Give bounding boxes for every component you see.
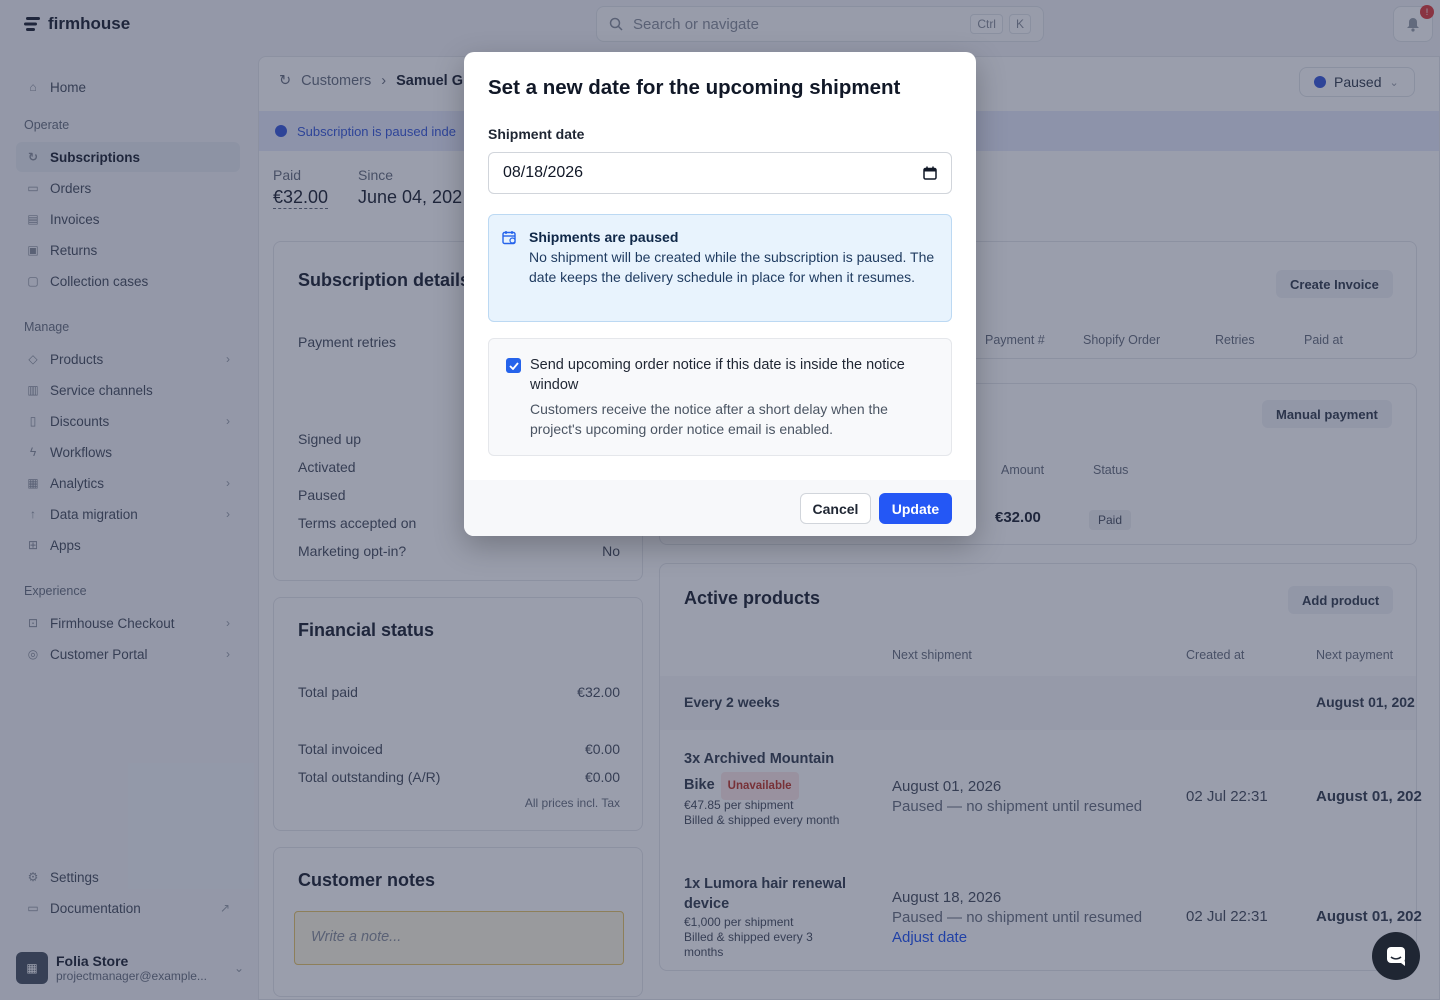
date-value: 08/18/2026 bbox=[503, 164, 584, 181]
support-chat-button[interactable] bbox=[1372, 932, 1420, 980]
dialog-title: Set a new date for the upcoming shipment bbox=[488, 76, 901, 99]
shipment-date-label: Shipment date bbox=[488, 126, 585, 142]
chat-icon bbox=[1387, 947, 1405, 966]
checkbox-label[interactable]: Send upcoming order notice if this date … bbox=[530, 355, 937, 395]
shipment-date-input[interactable]: 08/18/2026 bbox=[488, 152, 952, 194]
calendar-clock-icon bbox=[502, 231, 516, 245]
checkbox-help: Customers receive the notice after a sho… bbox=[530, 401, 888, 437]
paused-info-alert: Shipments are paused No shipment will be… bbox=[488, 214, 952, 322]
update-button[interactable]: Update bbox=[879, 493, 952, 524]
check-icon bbox=[508, 361, 519, 370]
calendar-icon[interactable] bbox=[923, 166, 937, 180]
reschedule-shipment-dialog: Set a new date for the upcoming shipment… bbox=[464, 52, 976, 536]
cancel-button[interactable]: Cancel bbox=[800, 493, 871, 524]
alert-body: No shipment will be created while the su… bbox=[529, 249, 935, 285]
alert-title: Shipments are paused bbox=[529, 229, 679, 245]
send-notice-checkbox[interactable] bbox=[506, 358, 521, 373]
dialog-footer: Cancel Update bbox=[464, 480, 976, 536]
notice-option: Send upcoming order notice if this date … bbox=[488, 338, 952, 456]
